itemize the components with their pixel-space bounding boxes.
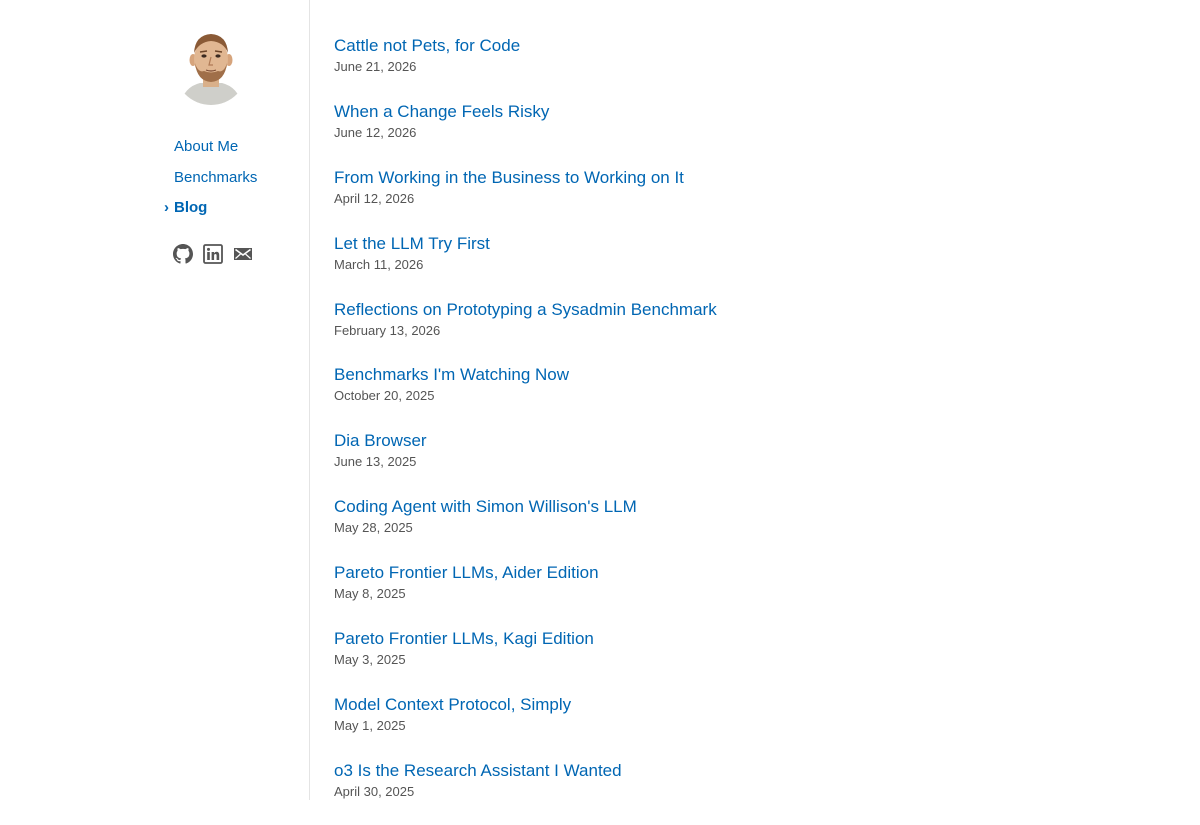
post-title-link[interactable]: From Working in the Business to Working … [334,166,684,190]
post-title-link[interactable]: Model Context Protocol, Simply [334,693,571,717]
post-date: April 30, 2025 [334,783,415,799]
post-title-link[interactable]: o3 Is the Research Assistant I Wanted [334,759,622,783]
post-date: May 1, 2025 [334,717,406,733]
nav-item-about-me[interactable]: About Me [174,138,257,169]
post-title-link[interactable]: When a Change Feels Risky [334,100,549,124]
sidebar-nav: About Me Benchmarks › Blog [164,138,257,230]
list-item: Pareto Frontier LLMs, Kagi Edition May 3… [334,627,1154,693]
avatar-portrait [174,29,248,105]
nav-item-label: About Me [174,138,239,155]
post-title-link[interactable]: Benchmarks I'm Watching Now [334,363,569,387]
post-title-link[interactable]: Let the LLM Try First [334,232,490,256]
github-icon[interactable] [173,244,193,264]
nav-item-blog[interactable]: › Blog [164,199,257,230]
list-item: Benchmarks I'm Watching Now October 20, … [334,363,1154,429]
post-date: May 8, 2025 [334,586,406,602]
post-date: June 12, 2026 [334,124,417,140]
post-title-link[interactable]: Cattle not Pets, for Code [334,34,520,58]
linkedin-icon[interactable] [203,244,223,264]
list-item: o3 Is the Research Assistant I Wanted Ap… [334,759,1154,825]
post-date: May 28, 2025 [334,520,413,536]
post-date: June 21, 2026 [334,59,417,74]
email-icon[interactable] [233,244,253,264]
post-title-link[interactable]: Dia Browser [334,429,427,453]
social-links [173,244,253,264]
list-item: Pareto Frontier LLMs, Aider Edition May … [334,561,1154,627]
list-item: Model Context Protocol, Simply May 1, 20… [334,693,1154,759]
sidebar: About Me Benchmarks › Blog [0,0,310,800]
nav-item-label: Benchmarks [174,168,258,186]
post-list: Cattle not Pets, for Code June 21, 2026 … [334,34,1154,825]
active-marker: › [164,199,169,216]
list-item: From Working in the Business to Working … [334,166,1154,232]
post-date: May 3, 2025 [334,652,406,668]
list-item: Dia Browser June 13, 2025 [334,429,1154,495]
post-date: October 20, 2025 [334,388,435,404]
post-title-link[interactable]: Coding Agent with Simon Willison's LLM [334,495,637,519]
list-item: Coding Agent with Simon Willison's LLM M… [334,495,1154,561]
list-item: Reflections on Prototyping a Sysadmin Be… [334,298,1154,364]
post-title-link[interactable]: Pareto Frontier LLMs, Aider Edition [334,561,599,585]
nav-item-benchmarks[interactable]: Benchmarks [174,169,257,200]
list-item: Cattle not Pets, for Code June 21, 2026 [334,34,1154,100]
post-date: February 13, 2026 [334,322,441,338]
avatar [174,29,248,105]
post-date: March 11, 2026 [334,256,424,272]
list-item: Let the LLM Try First March 11, 2026 [334,232,1154,298]
post-title-link[interactable]: Reflections on Prototyping a Sysadmin Be… [334,298,717,322]
post-title-link[interactable]: Pareto Frontier LLMs, Kagi Edition [334,627,594,651]
list-item: When a Change Feels Risky June 12, 2026 [334,100,1154,166]
post-date: June 13, 2025 [334,454,417,470]
post-date: April 12, 2026 [334,190,415,206]
nav-item-label: Blog [174,199,208,216]
